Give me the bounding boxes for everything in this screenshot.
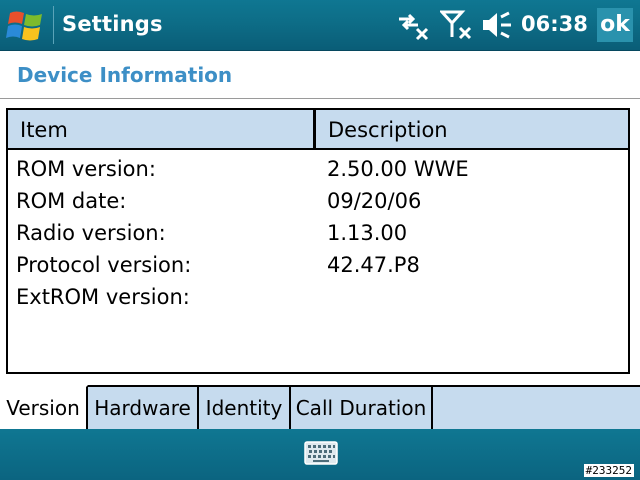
table-row[interactable]: ExtROM version: <box>8 281 628 313</box>
connectivity-off-icon <box>399 13 429 41</box>
tab-call-duration[interactable]: Call Duration <box>291 385 433 429</box>
row-description-value: 09/20/06 <box>327 189 422 213</box>
tab-hardware[interactable]: Hardware <box>88 385 199 429</box>
table-row[interactable]: ROM version: 2.50.00 WWE <box>8 153 628 185</box>
volume-indicator[interactable] <box>481 9 515 41</box>
row-item-label: Radio version: <box>16 221 166 245</box>
windows-start-icon <box>6 11 42 41</box>
keyboard-icon <box>304 441 338 465</box>
row-description-value: 1.13.00 <box>327 221 408 245</box>
watermark: #233252 <box>583 464 634 477</box>
row-item-label: ROM date: <box>16 189 127 213</box>
table-row[interactable]: ROM date: 09/20/06 <box>8 185 628 217</box>
row-item-label: Protocol version: <box>16 253 192 277</box>
row-item-label: ROM version: <box>16 157 156 181</box>
column-header-item[interactable]: Item <box>8 110 316 150</box>
table-row[interactable]: Radio version: 1.13.00 <box>8 217 628 249</box>
row-item-label: ExtROM version: <box>16 285 190 309</box>
row-description-value: 2.50.00 WWE <box>327 157 469 181</box>
table-row[interactable]: Protocol version: 42.47.P8 <box>8 249 628 281</box>
list-rows: ROM version: 2.50.00 WWE ROM date: 09/20… <box>8 153 628 313</box>
speaker-muted-icon <box>483 11 511 39</box>
heading-divider <box>0 98 640 99</box>
input-panel-button[interactable] <box>304 441 338 465</box>
ok-button[interactable]: ok <box>597 8 633 42</box>
tab-strip: Version Hardware Identity Call Duration <box>0 385 640 429</box>
tab-identity[interactable]: Identity <box>199 385 291 429</box>
signal-off-icon <box>440 10 472 40</box>
signal-indicator[interactable] <box>440 9 474 41</box>
title-bar: Settings 06:38 ok <box>0 0 640 51</box>
menu-bar <box>0 429 640 480</box>
tab-version[interactable]: Version <box>0 385 88 429</box>
connectivity-indicator[interactable] <box>396 9 430 41</box>
device-info-list[interactable]: Item Description ROM version: 2.50.00 WW… <box>6 108 630 374</box>
app-title: Settings <box>62 12 163 36</box>
column-header-description[interactable]: Description <box>316 110 628 150</box>
row-description-value: 42.47.P8 <box>327 253 420 277</box>
page-title: Device Information <box>17 63 233 87</box>
clock[interactable]: 06:38 <box>521 12 588 36</box>
title-separator <box>53 6 54 44</box>
start-button[interactable] <box>0 0 52 50</box>
